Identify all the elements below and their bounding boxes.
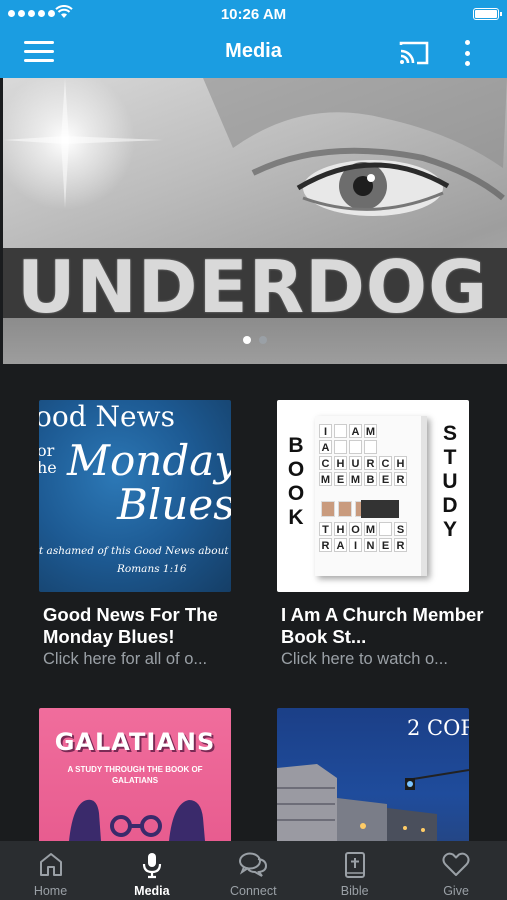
nav-label: Give xyxy=(443,884,469,898)
thumb-text-small: or he xyxy=(39,441,57,477)
nav-item-home[interactable]: Home xyxy=(0,841,101,900)
more-options-icon[interactable] xyxy=(457,38,477,68)
chat-bubbles-icon xyxy=(239,852,268,877)
card-title: Good News For The Monday Blues! xyxy=(43,604,218,647)
nav-item-bible[interactable]: Bible xyxy=(304,841,405,900)
nav-item-connect[interactable]: Connect xyxy=(203,841,304,900)
battery-icon xyxy=(473,8,502,20)
app-bar: Media xyxy=(0,28,507,78)
media-card-galatians[interactable]: GALATIANS A STUDY THROUGH THE BOOK OF GAL… xyxy=(39,708,259,900)
media-card-church-member[interactable]: BOOK IAM A CHURCH MEMBER THOMS RAINER ST… xyxy=(277,400,497,680)
status-time: 10:26 AM xyxy=(220,6,287,23)
nav-label: Media xyxy=(134,884,170,898)
thumb-text: ood News xyxy=(39,400,175,433)
thumb-text-study: STUDY xyxy=(442,422,458,541)
microphone-icon xyxy=(142,853,161,879)
home-icon xyxy=(39,853,62,876)
hero-banner[interactable]: UNDERDOG xyxy=(3,78,507,364)
card-subtitle: Click here to watch o... xyxy=(281,650,448,668)
nav-item-give[interactable]: Give xyxy=(406,841,507,900)
nav-label: Bible xyxy=(340,884,369,898)
carousel-indicator[interactable] xyxy=(3,336,507,344)
thumb-text-book: BOOK xyxy=(287,434,305,529)
nav-label: Connect xyxy=(230,884,277,898)
book-cover-image: IAM A CHURCH MEMBER THOMS RAINER xyxy=(315,416,427,576)
media-card-monday-blues[interactable]: ood News or he Monday Blues t ashamed of … xyxy=(39,400,259,680)
card-title: I Am A Church Member Book St... xyxy=(281,604,484,647)
thumb-verse: t ashamed of this Good News about Ch xyxy=(39,545,231,557)
bible-icon xyxy=(344,852,365,878)
card-thumbnail: ood News or he Monday Blues t ashamed of … xyxy=(39,400,231,592)
cast-icon[interactable] xyxy=(398,40,430,66)
nav-label: Home xyxy=(33,884,68,898)
thumb-text-blues: Blues xyxy=(117,480,231,529)
nav-item-media[interactable]: Media xyxy=(101,841,202,900)
heart-icon xyxy=(442,852,470,876)
card-thumbnail: BOOK IAM A CHURCH MEMBER THOMS RAINER ST… xyxy=(277,400,469,592)
thumb-verse-ref: Romans 1:16 xyxy=(117,563,187,575)
carousel-dot-1[interactable] xyxy=(243,336,251,344)
card-subtitle: Click here for all of o... xyxy=(43,650,208,668)
media-card-2-corinthians[interactable]: 2 CORi xyxy=(277,708,497,900)
thumb-text-monday: Monday xyxy=(67,436,231,485)
status-bar: 10:26 AM xyxy=(0,0,507,28)
bottom-navigation: Home Media Connect Bible Give xyxy=(0,841,507,900)
hero-title: UNDERDOG xyxy=(17,245,489,329)
page-title: Media xyxy=(225,40,282,62)
carousel-dot-2[interactable] xyxy=(259,336,267,344)
